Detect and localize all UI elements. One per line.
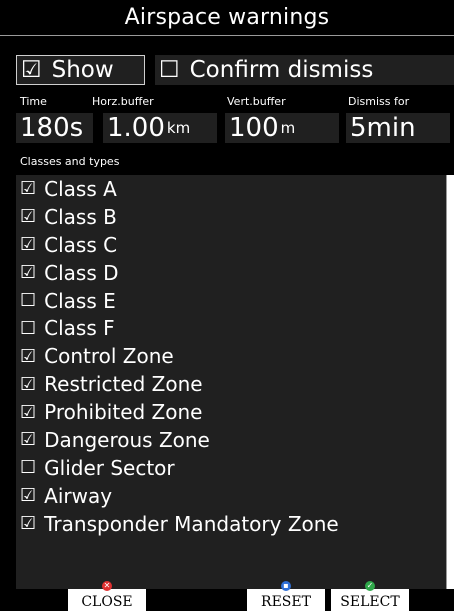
horz-buffer-unit: km bbox=[166, 119, 191, 137]
confirm-dismiss-checkbox[interactable]: ☐ Confirm dismiss bbox=[155, 55, 454, 85]
item-label: Restricted Zone bbox=[44, 372, 203, 397]
checkbox-icon: ☑ bbox=[20, 429, 37, 451]
list-item[interactable]: ☐ Class F bbox=[16, 314, 446, 342]
horz-buffer-label: Horz.buffer bbox=[92, 95, 154, 108]
item-label: Class F bbox=[44, 316, 115, 341]
item-label: Prohibited Zone bbox=[44, 400, 203, 425]
close-key-icon: ✕ bbox=[102, 581, 112, 591]
confirm-dismiss-check-box: ☐ bbox=[159, 57, 180, 83]
checkbox-icon: ☑ bbox=[20, 401, 37, 423]
show-label: Show bbox=[51, 57, 114, 83]
time-value: 180s bbox=[20, 113, 84, 143]
item-label: Class E bbox=[44, 288, 116, 313]
dismiss-for-label: Dismiss for bbox=[348, 95, 410, 108]
list-item[interactable]: ☑ Dangerous Zone bbox=[16, 426, 446, 454]
item-label: Class A bbox=[44, 176, 117, 201]
show-check-box: ☑ bbox=[21, 57, 42, 83]
horz-buffer-field[interactable]: 1.00 km bbox=[103, 113, 217, 143]
list-item[interactable]: ☑ Prohibited Zone bbox=[16, 398, 446, 426]
item-label: Class D bbox=[44, 260, 119, 285]
list-item[interactable]: ☑ Class C bbox=[16, 231, 446, 259]
show-checkbox[interactable]: ☑ Show bbox=[16, 55, 145, 85]
item-label: Control Zone bbox=[44, 344, 174, 369]
list-scrollbar[interactable] bbox=[446, 175, 454, 589]
list-item[interactable]: ☐ Class E bbox=[16, 287, 446, 315]
classes-label: Classes and types bbox=[20, 155, 120, 168]
list-item[interactable]: ☑ Control Zone bbox=[16, 342, 446, 370]
checkbox-icon: ☐ bbox=[20, 317, 37, 339]
reset-key-icon: ▪ bbox=[281, 581, 291, 591]
checkbox-icon: ☑ bbox=[20, 234, 37, 256]
dismiss-for-field[interactable]: 5min bbox=[346, 113, 450, 143]
checkbox-icon: ☑ bbox=[20, 373, 37, 395]
checkbox-icon: ☐ bbox=[20, 457, 37, 479]
checkbox-icon: ☑ bbox=[20, 262, 37, 284]
classes-list[interactable]: ☑ Class A ☑ Class B ☑ Class C ☑ Class D ☐ Cla… bbox=[16, 175, 446, 589]
list-item[interactable]: ☑ Class B bbox=[16, 203, 446, 231]
item-label: Class C bbox=[44, 232, 118, 257]
item-label: Class B bbox=[44, 204, 117, 229]
list-item[interactable]: ☑ Transponder Mandatory Zone bbox=[16, 510, 446, 538]
checkbox-icon: ☑ bbox=[20, 206, 37, 228]
time-field[interactable]: 180s bbox=[16, 113, 93, 143]
select-button[interactable]: ✓ SELECT bbox=[331, 581, 409, 611]
item-label: Glider Sector bbox=[44, 455, 175, 480]
close-button[interactable]: ✕ CLOSE bbox=[68, 581, 146, 611]
list-item[interactable]: ☑ Class A bbox=[16, 175, 446, 203]
checkbox-icon: ☑ bbox=[20, 513, 37, 535]
item-label: Dangerous Zone bbox=[44, 427, 210, 452]
window-title: Airspace warnings bbox=[0, 0, 454, 36]
select-label: SELECT bbox=[340, 594, 400, 610]
list-item[interactable]: ☑ Airway bbox=[16, 482, 446, 510]
checkbox-icon: ☑ bbox=[20, 345, 37, 367]
vert-buffer-value: 100 bbox=[229, 113, 279, 143]
select-key-icon: ✓ bbox=[365, 581, 375, 591]
checkbox-icon: ☑ bbox=[20, 485, 37, 507]
checkbox-icon: ☑ bbox=[20, 178, 37, 200]
vert-buffer-label: Vert.buffer bbox=[227, 95, 286, 108]
vert-buffer-field[interactable]: 100 m bbox=[225, 113, 339, 143]
reset-button[interactable]: ▪ RESET bbox=[247, 581, 325, 611]
reset-label: RESET bbox=[261, 594, 311, 610]
close-label: CLOSE bbox=[81, 594, 133, 610]
list-item[interactable]: ☑ Restricted Zone bbox=[16, 370, 446, 398]
vert-buffer-unit: m bbox=[280, 119, 296, 137]
confirm-dismiss-label: Confirm dismiss bbox=[189, 57, 374, 83]
item-label: Transponder Mandatory Zone bbox=[44, 511, 339, 536]
checkbox-icon: ☐ bbox=[20, 290, 37, 311]
list-item[interactable]: ☐ Glider Sector bbox=[16, 454, 446, 482]
list-item[interactable]: ☑ Class D bbox=[16, 259, 446, 287]
horz-buffer-value: 1.00 bbox=[107, 113, 165, 143]
dismiss-for-value: 5min bbox=[350, 113, 416, 143]
time-label: Time bbox=[20, 95, 47, 108]
item-label: Airway bbox=[44, 483, 113, 508]
